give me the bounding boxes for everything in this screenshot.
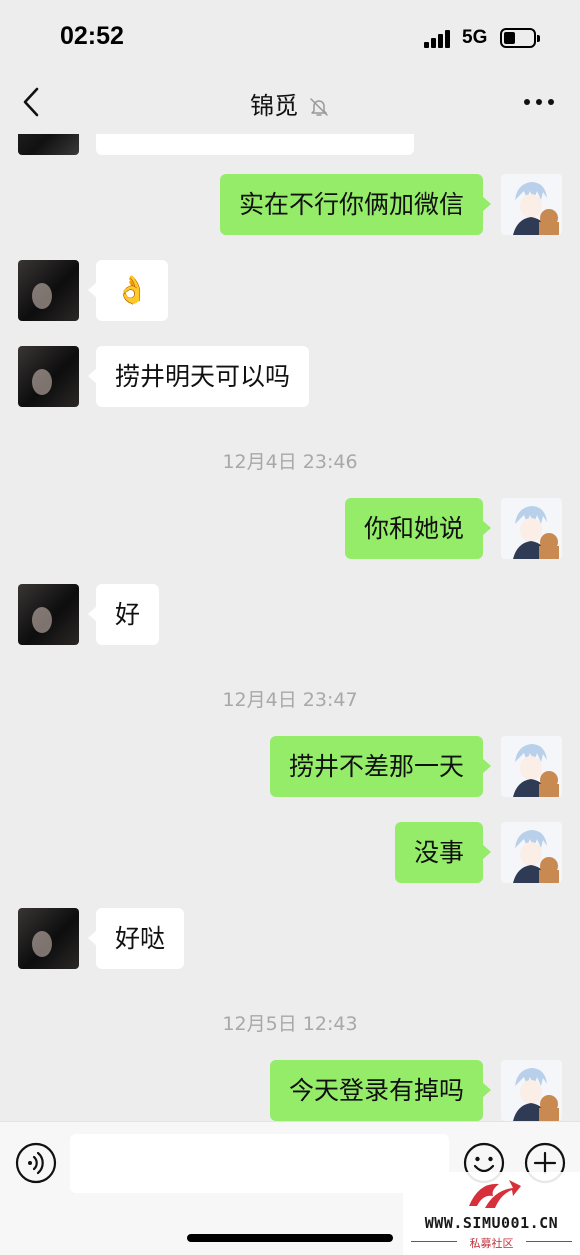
contact-avatar[interactable] [18,584,79,645]
message-bubble[interactable]: 今天登录有掉吗 [269,1060,492,1121]
user-avatar[interactable] [501,736,562,797]
message-bubble[interactable]: 好哒 [87,908,185,969]
message-row: 捞井不差那一天 [0,736,580,797]
mute-bell-icon [310,98,328,116]
message-bubble[interactable]: 你和她说 [344,498,492,559]
contact-avatar[interactable] [18,346,79,407]
chat-header: 锦觅 [0,72,580,134]
message-row: 今天登录有掉吗 [0,1060,580,1121]
network-label: 5G [462,27,488,48]
contact-avatar[interactable] [18,260,79,321]
voice-icon[interactable] [15,1142,57,1184]
user-avatar[interactable] [501,498,562,559]
watermark-url: WWW.SIMU001.CN [424,1214,559,1232]
message-timestamp: 12月5日 12:43 [222,1013,358,1035]
message-list[interactable]: 实在不行你俩加微信 👌 捞井明天可以吗 12月4日 23:46 你和她说 好 1… [0,134,580,1121]
status-time: 02:52 [60,22,124,50]
chat-title-wrap: 锦觅 [0,86,580,121]
message-row: 捞井明天可以吗 [0,346,580,407]
message-row: 没事 [0,822,580,883]
message-bubble[interactable]: 捞井不差那一天 [269,736,492,797]
contact-avatar[interactable] [18,134,79,155]
battery-icon [500,28,540,48]
watermark-subtitle: 私募社区 [469,1237,514,1250]
contact-avatar[interactable] [18,908,79,969]
message-bubble[interactable]: 好 [87,584,160,645]
home-indicator[interactable] [187,1234,393,1242]
more-dots-icon[interactable] [524,86,554,116]
message-row: 👌 [0,260,580,321]
signal-icon [424,28,454,48]
message-row: 你和她说 [0,498,580,559]
message-timestamp: 12月4日 23:47 [222,689,358,711]
watermark-divider [526,1241,572,1242]
message-bubble[interactable]: 👌 [88,260,168,321]
message-bubble[interactable]: 实在不行你俩加微信 [219,174,492,235]
user-avatar[interactable] [501,174,562,235]
message-row [0,134,580,155]
watermark: WWW.SIMU001.CN 私募社区 [403,1172,580,1255]
user-avatar[interactable] [501,822,562,883]
message-row: 实在不行你俩加微信 [0,174,580,235]
message-input[interactable] [70,1134,449,1193]
message-bubble[interactable]: 没事 [394,822,492,883]
chat-title: 锦觅 [250,92,299,120]
message-bubble[interactable]: 捞井明天可以吗 [87,346,310,407]
message-row: 好哒 [0,908,580,969]
user-avatar[interactable] [501,1060,562,1121]
message-bubble[interactable] [96,134,414,155]
watermark-logo-icon [469,1180,521,1208]
message-timestamp: 12月4日 23:46 [222,451,358,473]
status-bar: 02:52 5G [0,0,580,72]
message-row: 好 [0,584,580,645]
